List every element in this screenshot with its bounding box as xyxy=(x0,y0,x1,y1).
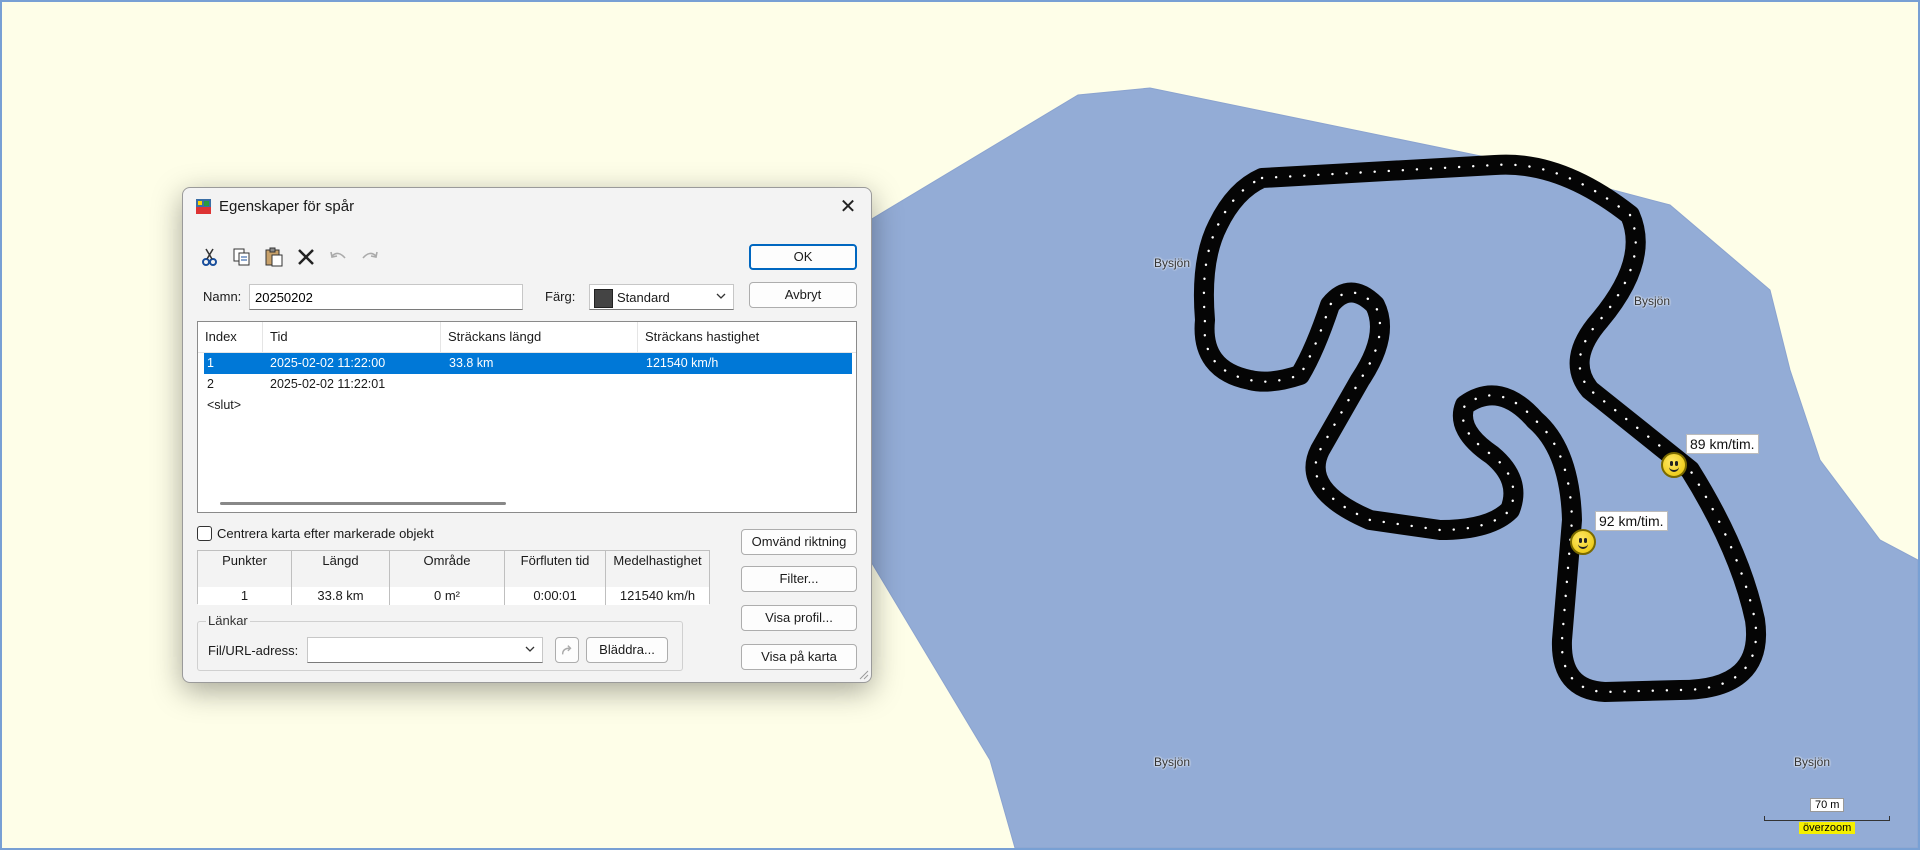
column-header-length[interactable]: Sträckans längd xyxy=(441,322,638,352)
scale-bar: 70 m överzoom xyxy=(1762,796,1892,836)
links-group: Länkar Fil/URL-adress: Bläddra... xyxy=(197,613,683,671)
track-properties-dialog: Egenskaper för spår ✕ OK Avbryt Namn: Fä… xyxy=(182,187,872,683)
copy-icon xyxy=(233,248,250,266)
delete-icon xyxy=(298,249,314,265)
stats-avg-speed: Medelhastighet 121540 km/h xyxy=(606,551,709,605)
scale-line xyxy=(1764,816,1890,821)
color-label: Färg: xyxy=(545,289,576,304)
cell-index: <slut> xyxy=(207,398,242,412)
cell-length: 33.8 km xyxy=(449,356,494,370)
cell-index: 1 xyxy=(207,356,214,370)
column-header-time[interactable]: Tid xyxy=(263,322,441,352)
stats-header: Punkter xyxy=(222,553,267,568)
smiley-marker-icon[interactable] xyxy=(1570,529,1596,555)
color-select[interactable]: Standard xyxy=(589,284,734,310)
speed-label: 89 km/tim. xyxy=(1686,434,1759,454)
delete-button[interactable] xyxy=(295,246,319,270)
cancel-button[interactable]: Avbryt xyxy=(749,282,857,308)
go-arrow-icon xyxy=(561,645,572,655)
dialog-titlebar[interactable]: Egenskaper för spår ✕ xyxy=(183,188,871,226)
ok-button[interactable]: OK xyxy=(749,244,857,270)
show-on-map-button[interactable]: Visa på karta xyxy=(741,644,857,670)
stats-points: Punkter 1 xyxy=(198,551,292,605)
map-label-bysjon: Bysjön xyxy=(1633,294,1671,308)
center-map-checkbox[interactable] xyxy=(197,526,212,541)
stats-value: 0 m² xyxy=(390,587,504,605)
cell-index: 2 xyxy=(207,377,214,391)
file-url-label: Fil/URL-adress: xyxy=(208,643,299,658)
cell-time: 2025-02-02 11:22:00 xyxy=(270,356,386,370)
copy-button[interactable] xyxy=(231,246,255,270)
stats-area: Område 0 m² xyxy=(390,551,505,605)
cut-button[interactable] xyxy=(199,246,223,270)
color-swatch xyxy=(594,289,613,308)
scale-text: 70 m xyxy=(1810,798,1845,812)
open-link-button[interactable] xyxy=(555,637,579,663)
filter-button[interactable]: Filter... xyxy=(741,566,857,592)
map-label-bysjon: Bysjön xyxy=(1793,755,1831,769)
undo-icon xyxy=(330,251,346,259)
center-map-label: Centrera karta efter markerade objekt xyxy=(217,526,434,541)
map-label-bysjon: Bysjön xyxy=(1153,256,1191,270)
redo-icon xyxy=(362,251,378,259)
close-button[interactable]: ✕ xyxy=(835,194,861,220)
name-input[interactable] xyxy=(249,284,523,310)
chevron-down-icon xyxy=(525,646,535,652)
redo-button[interactable] xyxy=(359,246,383,270)
show-profile-button[interactable]: Visa profil... xyxy=(741,605,857,631)
stats-value: 33.8 km xyxy=(292,587,389,605)
resize-grip-icon[interactable] xyxy=(857,668,869,680)
cut-icon xyxy=(202,248,217,266)
column-header-speed[interactable]: Sträckans hastighet xyxy=(638,322,856,352)
browse-button[interactable]: Bläddra... xyxy=(586,637,668,663)
stats-length: Längd 33.8 km xyxy=(292,551,390,605)
chevron-down-icon xyxy=(716,293,726,299)
color-select-value: Standard xyxy=(617,290,670,305)
table-row[interactable]: 1 2025-02-02 11:22:00 33.8 km 121540 km/… xyxy=(204,353,852,374)
speed-label: 92 km/tim. xyxy=(1595,511,1668,531)
file-url-input[interactable] xyxy=(307,637,543,663)
stats-header: Längd xyxy=(322,553,359,568)
paste-icon xyxy=(265,247,283,267)
stats-value: 0:00:01 xyxy=(505,587,605,605)
stats-table: Punkter 1 Längd 33.8 km Område 0 m² Förf… xyxy=(197,550,710,605)
table-row[interactable]: <slut> xyxy=(204,395,852,416)
links-group-title: Länkar xyxy=(206,613,250,628)
name-label: Namn: xyxy=(203,289,242,304)
dialog-title: Egenskaper för spår xyxy=(219,198,355,215)
undo-button[interactable] xyxy=(327,246,351,270)
horizontal-scrollbar[interactable] xyxy=(220,502,506,505)
stats-header: Medelhastighet xyxy=(613,553,702,568)
smiley-marker-icon[interactable] xyxy=(1661,452,1687,478)
list-header: Index Tid Sträckans längd Sträckans hast… xyxy=(198,322,856,353)
stats-value: 121540 km/h xyxy=(606,587,709,605)
column-header-index[interactable]: Index xyxy=(198,322,263,352)
reverse-direction-button[interactable]: Omvänd riktning xyxy=(741,529,857,555)
stats-header: Förfluten tid xyxy=(520,553,590,568)
cell-time: 2025-02-02 11:22:01 xyxy=(270,377,386,391)
table-row[interactable]: 2 2025-02-02 11:22:01 xyxy=(204,374,852,395)
segment-list[interactable]: Index Tid Sträckans längd Sträckans hast… xyxy=(197,321,857,513)
paste-button[interactable] xyxy=(263,246,287,270)
app-icon xyxy=(196,199,211,214)
stats-elapsed: Förfluten tid 0:00:01 xyxy=(505,551,606,605)
overzoom-badge: överzoom xyxy=(1799,822,1856,834)
cell-speed: 121540 km/h xyxy=(646,356,719,370)
stats-value: 1 xyxy=(198,587,291,605)
map-label-bysjon: Bysjön xyxy=(1153,755,1191,769)
stats-header: Område xyxy=(423,553,471,568)
